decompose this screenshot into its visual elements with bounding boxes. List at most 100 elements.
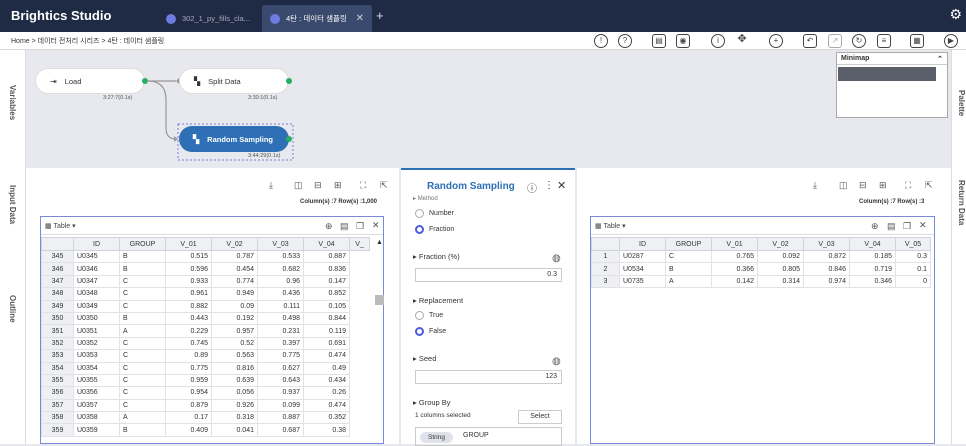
column-header[interactable]: V_02 <box>211 237 258 251</box>
copy-icon[interactable]: ❐ <box>903 221 911 232</box>
table-row[interactable]: 352 U0352 C 0.745 0.52 0.397 0.691 <box>41 336 370 351</box>
copy-icon[interactable]: ❐ <box>356 221 364 232</box>
table-row[interactable]: 358 U0358 A 0.17 0.318 0.887 0.352 <box>41 411 370 425</box>
close-icon[interactable]: ✕ <box>372 220 380 231</box>
seed-section[interactable]: ▸ Seed <box>413 354 436 363</box>
expand-icon[interactable]: ⛶ <box>360 180 366 191</box>
node-random-sampling[interactable]: ▚ Random Sampling <box>179 126 289 152</box>
table-row[interactable]: 2 U0534 B 0.366 0.805 0.846 0.719 0.1 <box>591 262 931 276</box>
popout-icon[interactable]: ⇱ <box>380 180 388 191</box>
sidebar-tab-variables[interactable]: Variables <box>8 85 17 120</box>
play-icon[interactable]: ▶ <box>944 34 958 48</box>
tab-notebook[interactable]: 302_1_py_fills_cla... <box>158 5 258 32</box>
undo-icon[interactable]: ↶ <box>803 34 817 48</box>
column-header[interactable]: GROUP <box>119 237 166 251</box>
download-icon[interactable]: ⤓ <box>813 180 817 191</box>
column-header[interactable]: GROUP <box>665 237 712 251</box>
table-view-icon[interactable]: ▤ <box>887 221 896 232</box>
groupby-section[interactable]: ▸ Group By <box>413 398 451 407</box>
rows-icon[interactable]: ⊟ <box>859 180 867 191</box>
move-icon[interactable]: ✥ <box>735 34 749 48</box>
column-header[interactable]: V_01 <box>165 237 212 251</box>
clock-icon[interactable]: i <box>711 34 725 48</box>
radio-fraction[interactable]: Fraction <box>415 225 454 234</box>
minimap[interactable]: Minimap ⌃ <box>836 52 948 118</box>
table-row[interactable]: 1 U0287 C 0.765 0.092 0.872 0.185 0.3 <box>591 249 931 264</box>
minimap-view[interactable] <box>838 67 936 81</box>
table-row[interactable]: 356 U0356 C 0.954 0.056 0.937 0.26 <box>41 386 370 400</box>
sidebar-tab-outline[interactable]: Outline <box>8 295 17 323</box>
add-tab-button[interactable]: + <box>376 8 384 23</box>
scrollbar-thumb[interactable] <box>375 295 384 305</box>
column-header[interactable]: V_04 <box>303 237 350 251</box>
fraction-input[interactable]: 0.3 <box>415 268 562 282</box>
add-file-icon[interactable]: ⊕ <box>325 221 333 232</box>
column-header[interactable]: ID <box>619 237 666 251</box>
help-icon[interactable]: ⓘ <box>527 180 537 195</box>
table-row[interactable]: 3 U0735 A 0.142 0.314 0.974 0.346 0 <box>591 274 931 289</box>
table-dropdown[interactable]: ▦ Table ▾ <box>45 222 76 230</box>
table-row[interactable]: 347 U0347 C 0.933 0.774 0.96 0.147 <box>41 274 370 289</box>
refresh-icon[interactable]: ↻ <box>852 34 866 48</box>
sidebar-tab-input-data[interactable]: Input Data <box>8 185 17 224</box>
column-header[interactable]: ID <box>73 237 120 251</box>
rows-icon[interactable]: ⊟ <box>314 180 322 191</box>
grid-icon[interactable]: ⊞ <box>879 180 887 191</box>
sidebar-tab-return-data[interactable]: Return Data <box>957 180 966 225</box>
help-icon[interactable]: ? <box>618 34 632 48</box>
tab-active-model[interactable]: 4탄 : 데이터 샘플링 ✕ <box>262 5 372 32</box>
close-icon[interactable]: ✕ <box>919 220 927 231</box>
close-icon[interactable]: ✕ <box>557 179 566 192</box>
table-row[interactable]: 346 U0346 B 0.596 0.454 0.682 0.836 <box>41 262 370 276</box>
more-icon[interactable]: ⋮ <box>544 180 554 191</box>
table-row[interactable]: 357 U0357 C 0.879 0.926 0.099 0.474 <box>41 398 370 413</box>
add-file-icon[interactable]: ⊕ <box>871 221 879 232</box>
download-icon[interactable]: ⤓ <box>269 180 273 191</box>
radio-false[interactable]: False <box>415 327 446 336</box>
sidebar-tab-palette[interactable]: Palette <box>957 90 966 116</box>
column-header[interactable]: V_03 <box>257 237 304 251</box>
table-view-icon[interactable]: ▤ <box>340 221 349 232</box>
clipboard-icon[interactable]: ≡ <box>877 34 891 48</box>
fraction-section[interactable]: ▸ Fraction (%) <box>413 252 460 261</box>
replacement-section[interactable]: ▸ Replacement <box>413 296 463 305</box>
film-icon[interactable]: ▤ <box>652 34 666 48</box>
output-port[interactable] <box>142 78 148 84</box>
export-icon[interactable]: ↗ <box>828 34 842 48</box>
column-header[interactable]: V_02 <box>757 237 804 251</box>
table-row[interactable]: 353 U0353 C 0.89 0.563 0.775 0.474 <box>41 349 370 363</box>
gear-icon[interactable]: ⚙ <box>949 6 962 23</box>
table-row[interactable]: 355 U0355 C 0.959 0.639 0.643 0.434 <box>41 373 370 388</box>
info-icon[interactable]: ! <box>594 34 608 48</box>
table-row[interactable]: 351 U0351 A 0.229 0.957 0.231 0.119 <box>41 324 370 338</box>
column-header[interactable] <box>41 237 74 251</box>
table-row[interactable]: 348 U0348 C 0.961 0.949 0.436 0.852 <box>41 287 370 301</box>
select-button[interactable]: Select <box>518 410 562 424</box>
columns-icon[interactable]: ◫ <box>294 180 303 191</box>
output-port[interactable] <box>286 136 292 142</box>
popout-icon[interactable]: ⇱ <box>925 180 933 191</box>
radio-true[interactable]: True <box>415 311 443 320</box>
table-row[interactable]: 359 U0359 B 0.409 0.041 0.687 0.38 <box>41 423 370 437</box>
chevron-up-icon[interactable]: ⌃ <box>937 55 943 63</box>
camera-icon[interactable]: ◉ <box>676 34 690 48</box>
output-port[interactable] <box>286 78 292 84</box>
table-row[interactable]: 349 U0349 C 0.882 0.09 0.111 0.105 <box>41 299 370 313</box>
zoom-icon[interactable]: + <box>769 34 783 48</box>
seed-input[interactable]: 123 <box>415 370 562 384</box>
node-load[interactable]: ⇥ Load <box>35 68 145 94</box>
scroll-up-icon[interactable]: ▲ <box>376 239 383 246</box>
expand-icon[interactable]: ⛶ <box>905 180 911 191</box>
column-header[interactable]: V_01 <box>711 237 758 251</box>
table-dropdown[interactable]: ▦ Table ▾ <box>595 222 626 230</box>
globe-icon[interactable]: ◍ <box>552 253 561 264</box>
table-row[interactable]: 354 U0354 C 0.775 0.816 0.627 0.49 <box>41 361 370 375</box>
node-split-data[interactable]: ▚ Split Data <box>179 68 289 94</box>
table-row[interactable]: 345 U0345 B 0.515 0.787 0.533 0.887 <box>41 249 370 264</box>
table-row[interactable]: 350 U0350 B 0.443 0.192 0.498 0.844 <box>41 311 370 326</box>
workflow-canvas[interactable]: ⇥ Load 3:27:7(0.1s) ▚ Split Data 3:30:1(0.… <box>26 50 951 164</box>
grid-icon[interactable]: ⊞ <box>334 180 342 191</box>
column-header[interactable] <box>591 237 620 251</box>
columns-icon[interactable]: ◫ <box>839 180 848 191</box>
column-header[interactable]: V_05 <box>895 237 931 251</box>
